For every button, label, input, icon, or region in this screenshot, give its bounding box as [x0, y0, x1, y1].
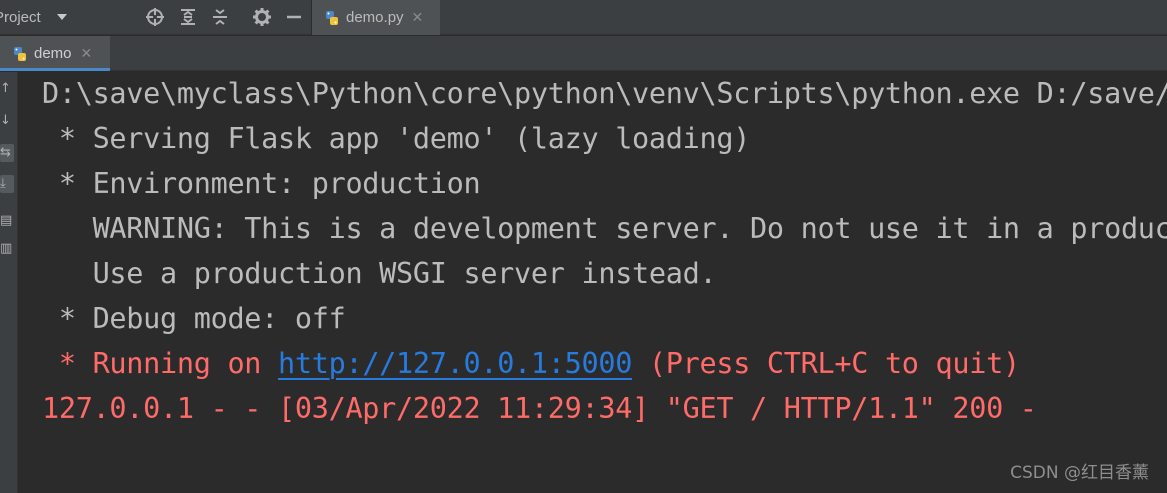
console-line: Use a production WSGI server instead.	[42, 257, 717, 290]
arrow-down-icon[interactable]: ↓	[0, 112, 14, 130]
active-tab-indicator	[0, 68, 110, 71]
project-dropdown[interactable]: Project	[0, 6, 67, 28]
console-output: D:\save\myclass\Python\core\python\venv\…	[19, 72, 1167, 493]
project-label: Project	[0, 8, 41, 26]
console-line: * Serving Flask app 'demo' (lazy loading…	[42, 122, 751, 155]
arrow-up-icon[interactable]: ↑	[0, 80, 14, 98]
print-icon[interactable]: ▤	[0, 212, 14, 230]
scroll-to-end-icon[interactable]: ⤓	[0, 175, 14, 193]
soft-wrap-icon[interactable]: ⇆	[0, 144, 14, 162]
editor-tab-label: demo.py	[346, 9, 404, 26]
console-line: D:\save\myclass\Python\core\python\venv\…	[42, 77, 1167, 110]
console-line-running: * Running on http://127.0.0.1:5000 (Pres…	[42, 344, 1020, 384]
chevron-down-icon	[56, 14, 67, 20]
console-line: WARNING: This is a development server. D…	[92, 212, 1167, 245]
running-suffix: (Press CTRL+C to quit)	[632, 347, 1020, 380]
console-toolbar: ↑ ↓ ⇆ ⤓ ▤ ▥	[0, 72, 18, 493]
console-line: * Environment: production	[42, 167, 481, 200]
top-toolbar: Project demo.py ✕	[0, 0, 1167, 35]
minimize-icon[interactable]	[284, 7, 304, 27]
run-tab-strip: demo ✕	[0, 36, 1167, 71]
running-prefix: * Running on	[42, 347, 279, 380]
crosshair-icon[interactable]	[145, 7, 165, 27]
close-icon[interactable]: ✕	[81, 45, 93, 62]
console-line-request-log: 127.0.0.1 - - [03/Apr/2022 11:29:34] "GE…	[42, 392, 1037, 425]
close-icon[interactable]: ✕	[412, 9, 424, 26]
gear-icon[interactable]	[252, 7, 272, 27]
server-url-link[interactable]: http://127.0.0.1:5000	[278, 347, 632, 380]
run-tab-label: demo	[34, 45, 72, 62]
expand-all-icon[interactable]	[178, 7, 198, 27]
console-line: * Debug mode: off	[42, 302, 346, 335]
run-tab-demo[interactable]: demo ✕	[0, 36, 110, 71]
editor-tab-demo-py[interactable]: demo.py ✕	[312, 0, 440, 35]
collapse-all-icon[interactable]	[210, 7, 230, 27]
trash-icon[interactable]: ▥	[0, 240, 14, 258]
python-file-icon	[324, 10, 340, 26]
watermark: CSDN @红目香薰	[1010, 463, 1149, 483]
python-run-icon	[12, 46, 28, 62]
